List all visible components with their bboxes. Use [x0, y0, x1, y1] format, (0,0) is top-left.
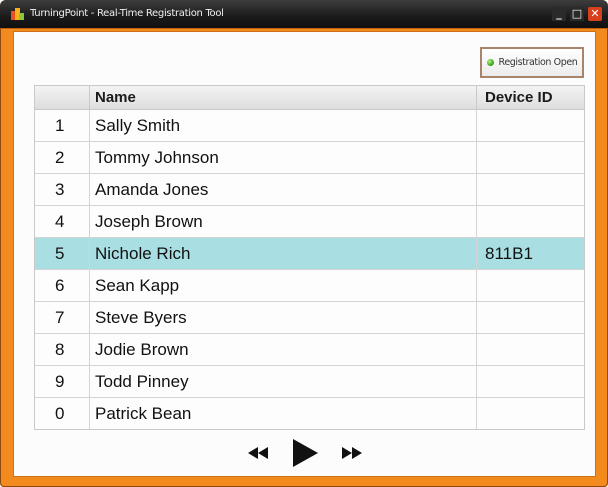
- participants-table: Name Device ID 1 Sally Smith 2 Tommy Joh…: [34, 85, 585, 430]
- header-num: [35, 86, 90, 109]
- participant-name: Sean Kapp: [90, 270, 477, 301]
- rewind-icon: [247, 447, 268, 459]
- participant-name: Tommy Johnson: [90, 142, 477, 173]
- device-id: [477, 334, 584, 365]
- device-id: [477, 270, 584, 301]
- table-row[interactable]: 3 Amanda Jones: [35, 174, 584, 206]
- table-row[interactable]: 7 Steve Byers: [35, 302, 584, 334]
- rewind-button[interactable]: [247, 447, 269, 459]
- device-id: [477, 366, 584, 397]
- table-row[interactable]: 8 Jodie Brown: [35, 334, 584, 366]
- header-name[interactable]: Name: [90, 86, 477, 109]
- participant-name: Nichole Rich: [90, 238, 477, 269]
- registration-open-button[interactable]: Registration Open: [480, 47, 584, 78]
- close-button[interactable]: ✕: [588, 7, 602, 21]
- device-id: 811B1: [485, 243, 533, 263]
- window-controls: _ □ ✕: [552, 7, 602, 21]
- participant-name: Todd Pinney: [90, 366, 477, 397]
- row-number: 6: [35, 270, 90, 301]
- fast-forward-icon: [341, 447, 362, 459]
- maximize-button[interactable]: □: [570, 7, 584, 21]
- participant-name: Sally Smith: [90, 110, 477, 141]
- minimize-button[interactable]: _: [552, 7, 566, 21]
- registration-button-label: Registration Open: [498, 57, 578, 68]
- table-row[interactable]: 6 Sean Kapp: [35, 270, 584, 302]
- row-number: 3: [35, 174, 90, 205]
- device-id: [477, 206, 584, 237]
- table-row[interactable]: 2 Tommy Johnson: [35, 142, 584, 174]
- device-id: [477, 142, 584, 173]
- client-area: Registration Open Name Device ID 1 Sally…: [13, 31, 596, 477]
- table-row[interactable]: 9 Todd Pinney: [35, 366, 584, 398]
- app-window: TurningPoint - Real-Time Registration To…: [0, 0, 608, 487]
- row-number: 9: [35, 366, 90, 397]
- participant-name: Jodie Brown: [90, 334, 477, 365]
- header-device-id[interactable]: Device ID: [477, 86, 584, 109]
- row-number: 4: [35, 206, 90, 237]
- row-number: 1: [35, 110, 90, 141]
- row-number: 0: [35, 398, 90, 429]
- play-icon: [292, 439, 318, 467]
- turningpoint-logo-icon: [11, 8, 24, 20]
- play-button[interactable]: [291, 438, 319, 468]
- row-number: 5: [35, 238, 90, 269]
- playback-controls: [14, 435, 595, 471]
- participant-name: Amanda Jones: [90, 174, 477, 205]
- fast-forward-button[interactable]: [341, 447, 363, 459]
- participant-name: Patrick Bean: [90, 398, 477, 429]
- row-number: 8: [35, 334, 90, 365]
- green-status-led-icon: [486, 59, 494, 66]
- participant-name: Steve Byers: [90, 302, 477, 333]
- window-title: TurningPoint - Real-Time Registration To…: [30, 8, 224, 19]
- row-number: 7: [35, 302, 90, 333]
- table-row[interactable]: 0 Patrick Bean: [35, 398, 584, 429]
- device-id: [477, 398, 584, 429]
- row-number: 2: [35, 142, 90, 173]
- table-row[interactable]: 4 Joseph Brown: [35, 206, 584, 238]
- device-id: [477, 302, 584, 333]
- table-header: Name Device ID: [35, 86, 584, 110]
- title-bar[interactable]: TurningPoint - Real-Time Registration To…: [0, 0, 608, 29]
- device-id: [477, 174, 584, 205]
- table-row[interactable]: 1 Sally Smith: [35, 110, 584, 142]
- table-row-selected[interactable]: 5 Nichole Rich 811B1: [35, 238, 584, 270]
- device-id: [477, 110, 584, 141]
- participant-name: Joseph Brown: [90, 206, 477, 237]
